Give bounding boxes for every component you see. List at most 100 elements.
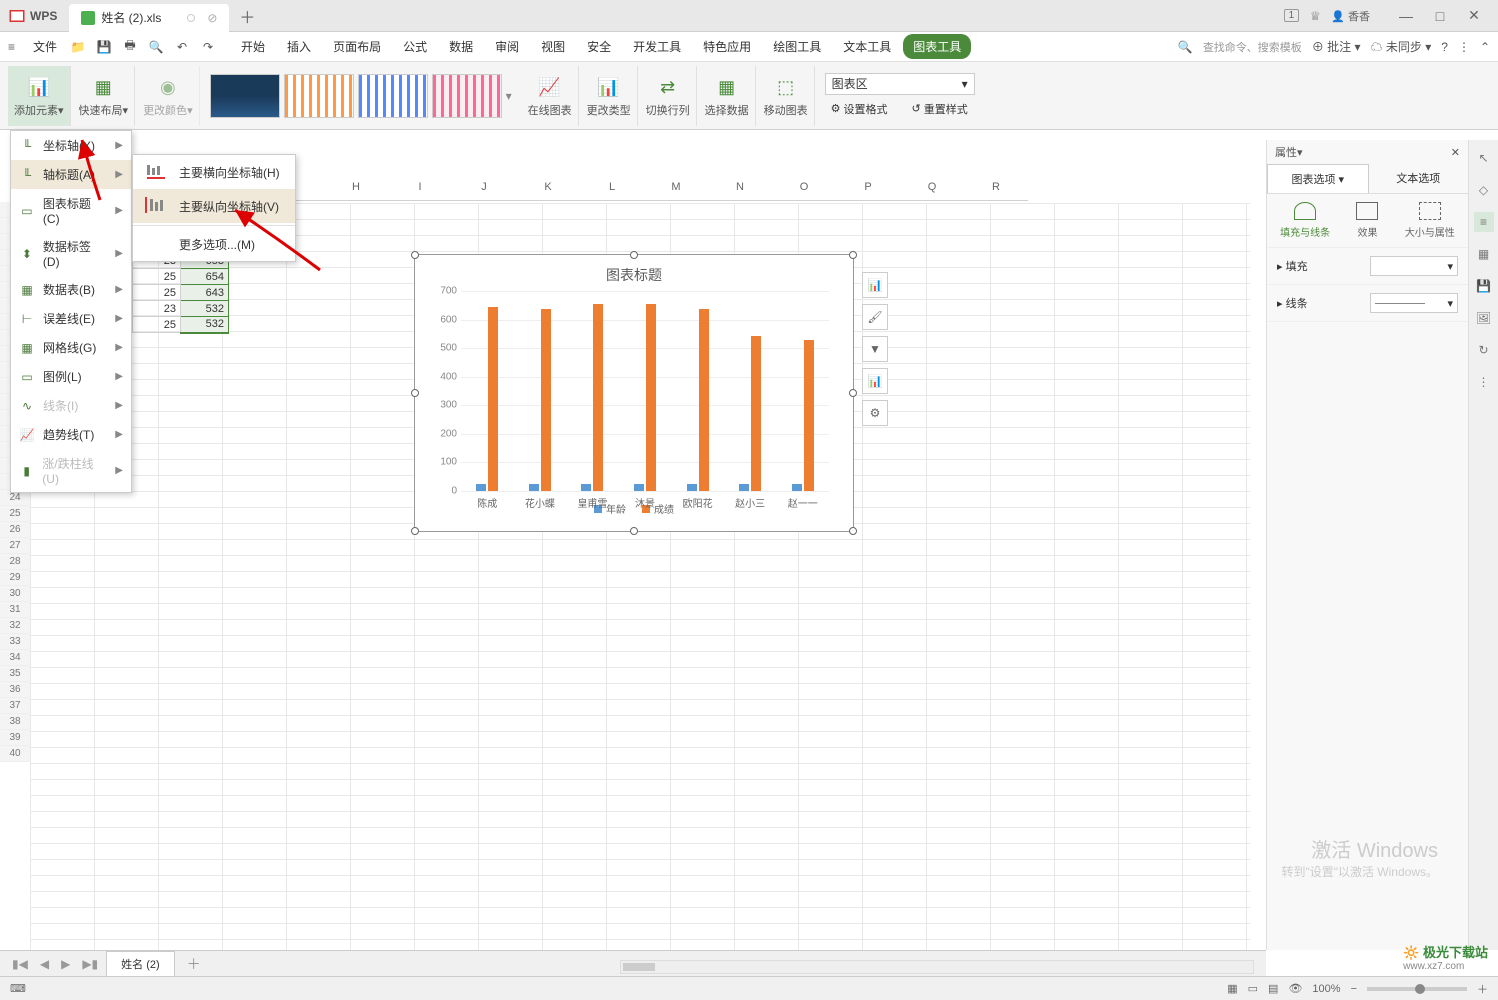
subtab-fill-line[interactable]: 填充与线条 [1280,202,1330,239]
chart-plot-area[interactable]: 0100200300400500600700陈成花小蝶皇甫雪沐景欧阳花赵小三赵一… [461,291,829,491]
menu-special[interactable]: 特色应用 [693,34,761,59]
resize-handle[interactable] [849,251,857,259]
submenu-horizontal-axis[interactable]: 主要横向坐标轴(H) [133,155,295,189]
resize-handle[interactable] [411,389,419,397]
online-chart-button[interactable]: 📈 在线图表 [522,66,579,126]
submenu-more-options[interactable]: 更多选项...(M) [133,228,295,261]
backup-icon[interactable]: 💾 [1474,276,1494,296]
resize-handle[interactable] [849,527,857,535]
replay-icon[interactable]: ↻ [1474,340,1494,360]
menu-gridline[interactable]: ▦网格线(G)▶ [11,333,131,362]
menu-view[interactable]: 视图 [531,34,575,59]
view-reading-icon[interactable]: ▤ [1268,982,1278,995]
more-icon[interactable]: ⋮ [1474,372,1494,392]
undo-icon[interactable]: ↶ [173,38,191,56]
menu-insert[interactable]: 插入 [277,34,321,59]
select-data-button[interactable]: ▦ 选择数据 [699,66,756,126]
menu-axis[interactable]: ╙坐标轴(X)▶ [11,131,131,160]
tab-text-options[interactable]: 文本选项 [1369,164,1469,193]
chart-style-1[interactable] [210,74,280,118]
menu-texttools[interactable]: 文本工具 [833,34,901,59]
minimize-button[interactable]: — [1390,4,1422,28]
document-tab[interactable]: 姓名 (2).xls ⊘ [69,4,229,32]
menu-security[interactable]: 安全 [577,34,621,59]
line-select[interactable]: ▾ [1370,293,1458,313]
menu-devtools[interactable]: 开发工具 [623,34,691,59]
open-icon[interactable]: 📁 [69,38,87,56]
menu-layout[interactable]: 页面布局 [323,34,391,59]
close-icon[interactable]: ✕ [1451,146,1460,159]
horizontal-scrollbar[interactable] [620,960,1254,974]
chart-settings-button[interactable]: ⚙ [862,400,888,426]
menu-data-table[interactable]: ▦数据表(B)▶ [11,275,131,304]
chart-filter-button[interactable]: ▼ [862,336,888,362]
quick-layout-button[interactable]: ▦ 快速布局▾ [73,66,136,126]
maximize-button[interactable]: □ [1424,4,1456,28]
print-icon[interactable]: 🖶 [121,38,139,56]
chart-style-4[interactable] [432,74,502,118]
crown-icon[interactable]: ♕ [1307,8,1323,24]
tab-chart-options[interactable]: 图表选项 ▾ [1267,164,1369,193]
resize-handle[interactable] [849,389,857,397]
zoom-value[interactable]: 100% [1312,983,1340,995]
menu-charttools[interactable]: 图表工具 [903,34,971,59]
close-icon[interactable]: ⊘ [207,11,217,25]
menu-data[interactable]: 数据 [439,34,483,59]
chart-elements-button[interactable]: 📊 [862,272,888,298]
resize-handle[interactable] [630,527,638,535]
new-tab-button[interactable]: ＋ [233,2,261,30]
subtab-size[interactable]: 大小与属性 [1405,202,1455,239]
sheet-tab[interactable]: 姓名 (2) [106,951,175,976]
preview-icon[interactable]: 🔍 [147,38,165,56]
reset-style-link[interactable]: ↺ 重置样式 [906,99,974,119]
sync-icon[interactable]: ☁ 未同步 ▾ [1371,38,1432,55]
resize-handle[interactable] [411,251,419,259]
style-icon[interactable]: ≡ [1474,212,1494,232]
zoom-slider[interactable] [1367,987,1467,991]
redo-icon[interactable]: ↷ [199,38,217,56]
zoom-in-icon[interactable]: ＋ [1477,981,1488,997]
chart-style-button[interactable]: 🖌 [862,304,888,330]
menu-legend[interactable]: ▭图例(L)▶ [11,362,131,391]
last-sheet-icon[interactable]: ▶▮ [78,957,102,971]
move-chart-button[interactable]: ⬚ 移动图表 [758,66,815,126]
zoom-out-icon[interactable]: − [1351,983,1357,995]
change-type-button[interactable]: 📊 更改类型 [581,66,638,126]
image-icon[interactable]: 🖼 [1474,308,1494,328]
gallery-more-icon[interactable]: ▾ [506,89,512,103]
menu-axis-title[interactable]: ╙轴标题(A)▶ [11,160,131,189]
switch-rowcol-button[interactable]: ⇄ 切换行列 [640,66,697,126]
table-icon[interactable]: ▦ [1474,244,1494,264]
help-icon[interactable]: ? [1441,40,1448,54]
collapse-ribbon-icon[interactable]: ⌃ [1480,40,1490,54]
hamburger-icon[interactable]: ≡ [8,40,15,54]
eye-icon[interactable]: 👁 [1288,982,1302,995]
resize-handle[interactable] [630,251,638,259]
resize-handle[interactable] [411,527,419,535]
add-element-button[interactable]: 📊 添加元素▾ [8,66,71,126]
fill-select[interactable]: ▾ [1370,256,1458,276]
avatar[interactable]: 👤 香香 [1331,8,1370,24]
chart-fastchart-button[interactable]: 📊 [862,368,888,394]
menu-formula[interactable]: 公式 [393,34,437,59]
add-sheet-icon[interactable]: ＋ [179,954,209,974]
menu-drawtools[interactable]: 绘图工具 [763,34,831,59]
menu-start[interactable]: 开始 [231,34,275,59]
shape-icon[interactable]: ◇ [1474,180,1494,200]
section-fill[interactable]: ▸ 填充 ▾ [1267,248,1468,285]
subtab-effect[interactable]: 效果 [1356,202,1378,239]
search-icon[interactable]: 🔍 [1178,40,1193,54]
chart-style-2[interactable] [284,74,354,118]
first-sheet-icon[interactable]: ▮◀ [8,957,32,971]
prev-sheet-icon[interactable]: ◀ [36,957,53,971]
close-button[interactable]: ✕ [1458,4,1490,28]
save-icon[interactable]: 💾 [95,38,113,56]
chart-title[interactable]: 图表标题 [415,255,853,291]
change-color-button[interactable]: ◉ 更改颜色▾ [137,66,200,126]
menu-trend[interactable]: 📈趋势线(T)▶ [11,420,131,449]
data-cells[interactable]: 23653 25654 25643 23532 25532 [132,252,229,334]
embedded-chart[interactable]: 图表标题 0100200300400500600700陈成花小蝶皇甫雪沐景欧阳花… [414,254,854,532]
section-line[interactable]: ▸ 线条 ▾ [1267,285,1468,322]
chart-area-select[interactable]: 图表区▾ [825,73,975,95]
input-mode-icon[interactable]: ⌨ [10,982,26,995]
